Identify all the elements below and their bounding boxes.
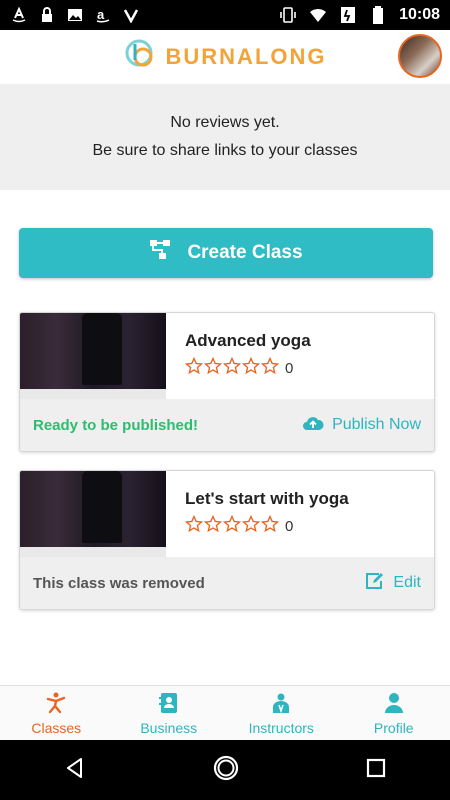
- empty-message: No reviews yet.: [170, 114, 280, 131]
- rating-count: 0: [285, 360, 294, 377]
- tab-label: Business: [140, 719, 198, 736]
- signal-icon: [339, 6, 357, 24]
- avatar[interactable]: [398, 34, 442, 78]
- status-bar: a 10:08: [0, 0, 450, 30]
- star-icon: [241, 514, 261, 538]
- class-card[interactable]: Let's start with yoga 0 This class was r…: [19, 470, 435, 610]
- publish-now-button[interactable]: Publish Now: [302, 415, 421, 436]
- tab-label: Classes: [31, 719, 82, 736]
- star-icon: [222, 356, 242, 380]
- image-icon: [66, 6, 84, 24]
- class-title: Advanced yoga: [185, 331, 311, 350]
- rating-count: 0: [285, 518, 294, 535]
- class-rating: 0: [184, 356, 294, 380]
- class-status: Ready to be published!: [33, 416, 199, 434]
- star-icon: [260, 514, 280, 538]
- create-class-button[interactable]: Create Class: [19, 228, 433, 278]
- wifi-icon: [309, 6, 327, 24]
- amazon-icon: [10, 6, 28, 24]
- class-rating: 0: [184, 514, 294, 538]
- clock: 10:08: [399, 6, 440, 23]
- star-icon: [222, 514, 242, 538]
- person-running-icon: [45, 692, 67, 717]
- edit-icon: [365, 572, 385, 595]
- tab-instructors[interactable]: Instructors: [225, 686, 338, 741]
- star-icon: [203, 514, 223, 538]
- star-icon: [260, 356, 280, 380]
- class-card-footer: This class was removed Edit: [20, 557, 434, 609]
- brand-logo: BURNALONG: [124, 38, 327, 77]
- class-thumbnail: [20, 313, 166, 399]
- star-icon: [241, 356, 261, 380]
- amazon-icon: a: [94, 6, 112, 24]
- recents-icon[interactable]: [365, 757, 387, 784]
- sitemap-icon: [149, 239, 175, 267]
- star-icon: [184, 356, 204, 380]
- publish-now-label: Publish Now: [332, 416, 421, 433]
- burnalong-logo-icon: [124, 38, 158, 77]
- app-header: BURNALONG: [0, 30, 450, 85]
- address-book-icon: [158, 692, 180, 717]
- lock-icon: [38, 6, 56, 24]
- tab-profile[interactable]: Profile: [338, 686, 450, 741]
- instructor-icon: [270, 692, 292, 717]
- class-thumbnail: [20, 471, 166, 557]
- system-nav-bar: [0, 740, 450, 800]
- tab-label: Profile: [373, 719, 414, 736]
- tab-label: Instructors: [248, 719, 314, 736]
- tab-classes[interactable]: Classes: [0, 686, 113, 741]
- back-icon[interactable]: [63, 756, 87, 785]
- create-class-label: Create Class: [187, 242, 303, 263]
- edit-label: Edit: [393, 574, 421, 591]
- svg-text:a: a: [97, 7, 105, 22]
- check-icon: [122, 6, 140, 24]
- class-card[interactable]: Advanced yoga 0 Ready to be published! P…: [19, 312, 435, 452]
- brand-name: BURNALONG: [165, 44, 327, 69]
- class-status: This class was removed: [33, 574, 205, 592]
- star-icon: [203, 356, 223, 380]
- class-title: Let's start with yoga: [185, 489, 349, 508]
- class-card-footer: Ready to be published! Publish Now: [20, 399, 434, 451]
- bottom-tab-bar: Classes Business Instructors Profile: [0, 685, 450, 741]
- reviews-empty-state: No reviews yet. Be sure to share links t…: [0, 84, 450, 190]
- star-icon: [184, 514, 204, 538]
- tab-business[interactable]: Business: [113, 686, 226, 741]
- vibrate-icon: [279, 6, 297, 24]
- edit-button[interactable]: Edit: [365, 572, 421, 595]
- home-icon[interactable]: [212, 754, 240, 787]
- user-icon: [383, 692, 405, 717]
- empty-hint: Be sure to share links to your classes: [92, 142, 358, 159]
- battery-icon: [369, 6, 387, 24]
- cloud-upload-icon: [302, 415, 324, 436]
